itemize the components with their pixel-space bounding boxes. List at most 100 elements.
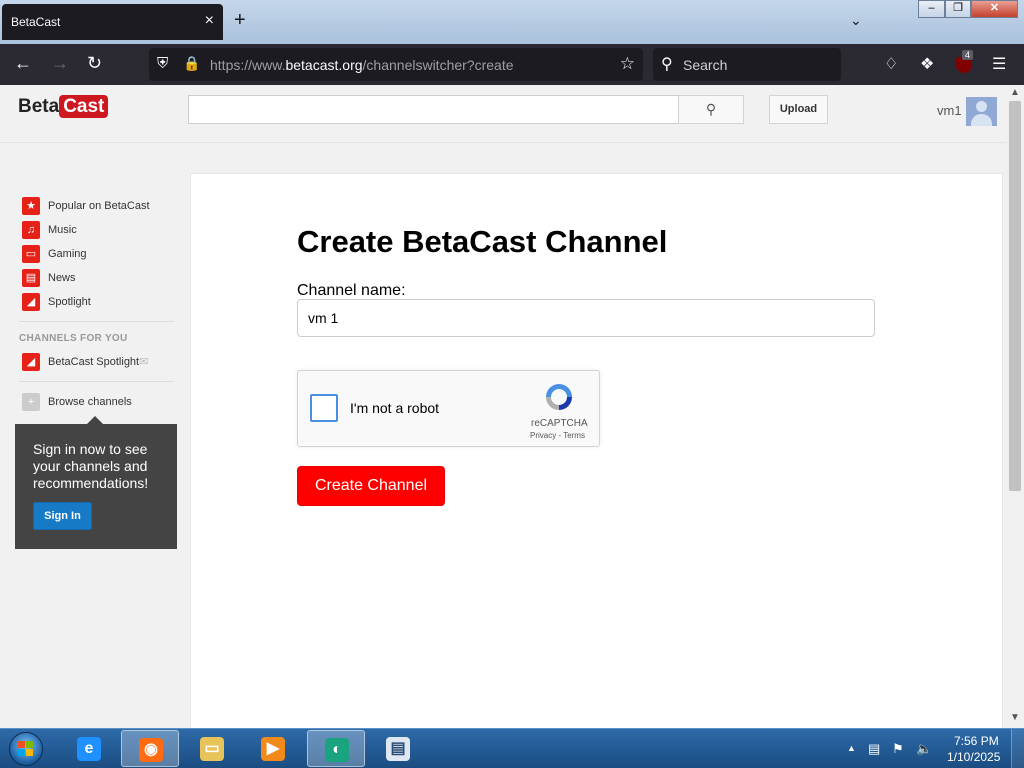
headphones-icon: ♫ bbox=[22, 221, 40, 239]
recaptcha-brand-text: reCAPTCHA bbox=[531, 418, 588, 429]
media-player-icon: ▶ bbox=[261, 737, 285, 761]
tracking-shield-icon[interactable]: ⛨ bbox=[157, 55, 168, 72]
lock-icon[interactable]: 🔒 bbox=[183, 55, 200, 72]
sidebar-divider bbox=[19, 321, 174, 322]
browser-search-placeholder: Search bbox=[683, 57, 728, 73]
site-logo[interactable]: Beta Cast bbox=[18, 95, 109, 122]
sign-in-button[interactable]: Sign In bbox=[33, 502, 92, 530]
sidebar-item-label: Gaming bbox=[48, 248, 87, 260]
windows-taskbar: e ◉ ▭ ▶ ◐ ▤ ▲ ▤ ⚑ 🔈 7:56 PM 1/10/2025 bbox=[0, 728, 1024, 768]
browser-toolbar: ← → ↻ ⛨ 🔒 https://www.betacast.org/chann… bbox=[0, 44, 1024, 85]
remote-app-icon: ◐ bbox=[325, 738, 349, 762]
envelope-icon: ✉ bbox=[139, 356, 149, 368]
create-channel-panel: Create BetaCast Channel Channel name: I'… bbox=[190, 173, 1003, 728]
browse-channels-label: Browse channels bbox=[48, 396, 132, 408]
search-icon: ⚲ bbox=[661, 56, 673, 73]
site-search-input[interactable] bbox=[188, 95, 679, 124]
logo-text-beta: Beta bbox=[18, 96, 60, 117]
browser-tab[interactable]: BetaCast × bbox=[2, 4, 223, 40]
browser-search-bar[interactable]: ⚲ Search bbox=[653, 48, 841, 81]
tab-title: BetaCast bbox=[11, 15, 61, 29]
recaptcha-logo-icon bbox=[546, 384, 572, 410]
url-path: /channelswitcher?create bbox=[362, 57, 514, 73]
spotlight-icon: ◢ bbox=[22, 353, 40, 371]
show-desktop-button[interactable] bbox=[1011, 729, 1024, 768]
taskbar-app-firefox[interactable]: ◉ bbox=[121, 730, 179, 767]
reload-icon[interactable]: ↻ bbox=[87, 53, 102, 74]
back-arrow-icon[interactable]: ← bbox=[14, 53, 32, 74]
channel-name-input[interactable] bbox=[297, 299, 875, 337]
magnifier-icon: ⚲ bbox=[705, 101, 717, 117]
close-window-button[interactable]: ✕ bbox=[971, 0, 1018, 18]
username-label[interactable]: vm1 bbox=[937, 103, 962, 118]
url-text[interactable]: https://www.betacast.org/channelswitcher… bbox=[210, 57, 514, 73]
maximize-button[interactable]: ❐ bbox=[945, 0, 971, 18]
taskbar-app-ie[interactable]: e bbox=[60, 730, 118, 767]
star-icon: ★ bbox=[22, 197, 40, 215]
ublock-extension-icon[interactable]: 4 bbox=[954, 50, 974, 74]
scrollbar-thumb[interactable] bbox=[1009, 101, 1021, 491]
page-content: Beta Cast ⚲ Upload vm1 ★ Popular on BetaCa… bbox=[0, 85, 1006, 728]
signin-promo-box: Sign in now to see your channels and rec… bbox=[15, 416, 177, 549]
volume-muted-icon[interactable]: 🔈 bbox=[916, 741, 932, 757]
scroll-down-arrow-icon[interactable]: ▼ bbox=[1010, 712, 1020, 723]
menu-hamburger-icon[interactable]: ☰ bbox=[992, 54, 1006, 74]
sidebar-item-label: BetaCast Spotlight bbox=[48, 356, 140, 368]
minimize-button[interactable]: – bbox=[918, 0, 945, 18]
create-channel-button[interactable]: Create Channel bbox=[297, 466, 445, 506]
url-prefix: https://www. bbox=[210, 57, 286, 73]
avatar-body-shape bbox=[971, 114, 992, 126]
url-domain: betacast.org bbox=[285, 57, 363, 73]
notepad-icon: ▤ bbox=[386, 737, 410, 761]
site-search-button[interactable]: ⚲ bbox=[678, 95, 744, 124]
sidebar-item-label: Popular on BetaCast bbox=[48, 200, 150, 212]
taskbar-app-notepad[interactable]: ▤ bbox=[369, 730, 427, 767]
gamepad-icon: ▭ bbox=[22, 245, 40, 263]
spotlight-icon: ◢ bbox=[22, 293, 40, 311]
forward-arrow-icon[interactable]: → bbox=[51, 53, 69, 74]
recaptcha-widget: I'm not a robot reCAPTCHA Privacy - Term… bbox=[297, 370, 600, 447]
network-icon[interactable]: ▤ bbox=[868, 741, 880, 757]
extension-badge-count: 4 bbox=[962, 50, 974, 60]
recaptcha-privacy-terms-links[interactable]: Privacy - Terms bbox=[530, 431, 585, 440]
newspaper-icon: ▤ bbox=[22, 269, 40, 287]
ie-icon: e bbox=[77, 737, 101, 761]
file-explorer-icon: ▭ bbox=[200, 737, 224, 761]
pocket-icon[interactable]: ♢ bbox=[884, 54, 898, 74]
sidebar-item-label: News bbox=[48, 272, 76, 284]
clock-date[interactable]: 1/10/2025 bbox=[947, 750, 1000, 764]
sidebar-divider bbox=[19, 381, 174, 382]
window-controls: – ❐ ✕ bbox=[918, 0, 1020, 18]
show-hidden-icons-arrow-icon[interactable]: ▲ bbox=[847, 743, 856, 753]
address-bar[interactable]: ⛨ 🔒 https://www.betacast.org/channelswit… bbox=[149, 48, 643, 81]
avatar-head-shape bbox=[976, 101, 987, 112]
new-tab-button[interactable]: + bbox=[234, 9, 246, 32]
channels-for-you-heading: CHANNELS FOR YOU bbox=[19, 333, 128, 344]
tab-list-chevron-icon[interactable]: ⌄ bbox=[850, 12, 862, 29]
start-button[interactable] bbox=[6, 731, 46, 767]
windows-flag-icon bbox=[18, 741, 34, 757]
close-tab-icon[interactable]: × bbox=[205, 12, 214, 30]
action-center-flag-icon[interactable]: ⚑ bbox=[892, 741, 904, 757]
taskbar-app-file-explorer[interactable]: ▭ bbox=[183, 730, 241, 767]
page-scrollbar[interactable]: ▲ ▼ bbox=[1006, 85, 1024, 728]
sidebar-item-label: Spotlight bbox=[48, 296, 91, 308]
upload-button[interactable]: Upload bbox=[769, 95, 828, 124]
extensions-icon[interactable]: ❖ bbox=[920, 54, 934, 74]
taskbar-app-remote-app[interactable]: ◐ bbox=[307, 730, 365, 767]
page-title: Create BetaCast Channel bbox=[297, 224, 668, 259]
channel-name-label: Channel name: bbox=[297, 282, 406, 299]
avatar[interactable] bbox=[966, 97, 997, 126]
firefox-icon: ◉ bbox=[139, 738, 163, 762]
recaptcha-label: I'm not a robot bbox=[350, 400, 440, 416]
sidebar-item-label: Music bbox=[48, 224, 77, 236]
taskbar-app-media-player[interactable]: ▶ bbox=[244, 730, 302, 767]
scroll-up-arrow-icon[interactable]: ▲ bbox=[1010, 87, 1020, 98]
site-header: Beta Cast ⚲ Upload vm1 bbox=[0, 85, 1006, 143]
logo-text-cast: Cast bbox=[59, 95, 109, 118]
recaptcha-checkbox[interactable] bbox=[310, 394, 338, 422]
bookmark-star-icon[interactable]: ☆ bbox=[620, 54, 635, 74]
browser-tab-bar: BetaCast × + ⌄ – ❐ ✕ bbox=[0, 0, 1024, 44]
system-tray: ▲ ▤ ⚑ 🔈 7:56 PM 1/10/2025 bbox=[842, 729, 1024, 768]
clock-time[interactable]: 7:56 PM bbox=[954, 734, 999, 748]
